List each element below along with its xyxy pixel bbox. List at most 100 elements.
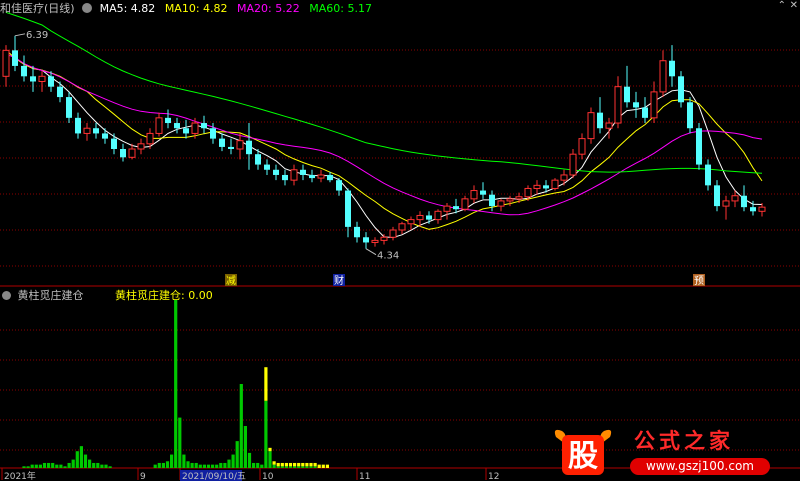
candle [120,143,126,162]
candle-body [57,86,63,98]
indicator-bar-yellow [284,462,288,467]
candle-body [587,112,595,140]
candle-body [21,65,27,77]
candle-body [543,185,549,189]
indicator-bar-yellow [313,462,317,467]
candle-body [191,122,199,134]
indicator-bar-green [260,464,264,468]
candle-body [434,210,442,221]
indicator-bar-green [301,466,305,468]
indicator-pane-header: 黄柱觅庄建仓 黄柱觅庄建仓: 0.00 [0,289,213,302]
candle-body [354,226,360,238]
indicator-bar-green [190,462,194,468]
candle [12,35,18,72]
indicator-bar-yellow [276,462,280,467]
moving-average-lines [5,11,763,239]
indicator-bar-green [280,466,284,468]
candle-body [371,239,379,243]
candle [75,112,81,139]
candle-body [12,50,18,66]
candle-body [345,190,351,227]
indicator-bar-yellow [317,464,321,468]
indicator-bar-green [284,466,288,468]
indicator-value: 黄柱觅庄建仓: 0.00 [115,289,213,302]
candle-body [83,127,91,134]
candle [659,50,667,98]
collapse-icon[interactable]: ⌃ [778,0,786,11]
indicator-bar-green [206,464,211,468]
time-axis: 2021年 9 2021/09/10/五 10 11 12 [1,468,499,481]
candle [669,45,675,87]
indicator-bar-yellow [305,462,309,467]
candle [290,164,298,186]
candle-body [633,102,639,108]
candle-body [642,107,648,118]
close-icon[interactable]: ✕ [790,0,798,11]
chart-canvas[interactable]: 6.39 4.34 减 财 预 2021年 9 2021/09/10/五 10 11 12 [0,0,800,481]
indicator-bar-green [231,454,235,468]
candle-body [398,223,406,231]
candle [336,178,342,196]
indicator-bar-yellow [264,367,268,401]
candle [273,164,279,181]
candle-body [155,117,163,134]
indicator-settings-icon[interactable] [2,291,11,300]
ma60-label: MA60: 5.17 [309,2,372,15]
candle-body [722,200,730,207]
candle-body [146,132,154,145]
candle [461,195,469,212]
candle-body [93,128,99,134]
indicator-bar-green [313,466,317,468]
candle-body [273,169,279,175]
indicator-bar-green [252,462,256,468]
indicator-bar-green [83,454,88,468]
candle [426,211,432,224]
candle-body [363,237,369,243]
extreme-label: 4.34 [377,251,399,262]
candle-body [497,200,505,207]
indicator-bar-green [22,466,26,468]
ma5-label: MA5: 4.82 [99,2,156,15]
candle-body [327,174,333,181]
indicator-bar-yellow [301,462,305,467]
watermark-url: www.gszj100.com [630,458,770,475]
candlesticks[interactable]: 6.39 4.34 [2,30,766,262]
event-markers[interactable]: 减财预 [225,274,705,287]
indicator-bar-green [92,462,96,468]
candle [696,123,702,170]
event-marker[interactable]: 财 [333,274,345,287]
candle-body [309,174,315,179]
ma20-line [5,53,763,216]
candle [389,226,397,241]
settings-icon[interactable] [82,3,93,13]
candle-body [750,207,756,212]
candle-body [669,60,675,77]
axis-label: 10 [262,472,274,481]
indicator-bar-green [268,451,272,468]
indicator-bar-yellow [272,461,276,465]
candle [642,97,648,124]
event-marker[interactable]: 预 [693,274,705,287]
candle [354,221,360,243]
candle-body [66,97,72,118]
candle [758,203,766,217]
indicator-bar-yellow [297,462,301,467]
indicator-bar-green [51,462,55,468]
indicator-bar-green [71,459,75,468]
candle [597,97,603,134]
candle [30,65,36,92]
candle-body [75,117,81,134]
candle [21,55,27,82]
candle [650,81,658,124]
candle-body [731,195,739,202]
indicator-bars[interactable] [22,300,329,468]
candle-body [407,219,415,225]
ma10-label: MA10: 4.82 [164,2,228,15]
candle [111,133,117,155]
axis-label: 12 [488,472,499,481]
candle [705,159,711,191]
event-marker[interactable]: 减 [225,274,237,287]
candle [578,133,586,160]
candle-body [264,164,270,170]
candle-body [210,128,216,139]
